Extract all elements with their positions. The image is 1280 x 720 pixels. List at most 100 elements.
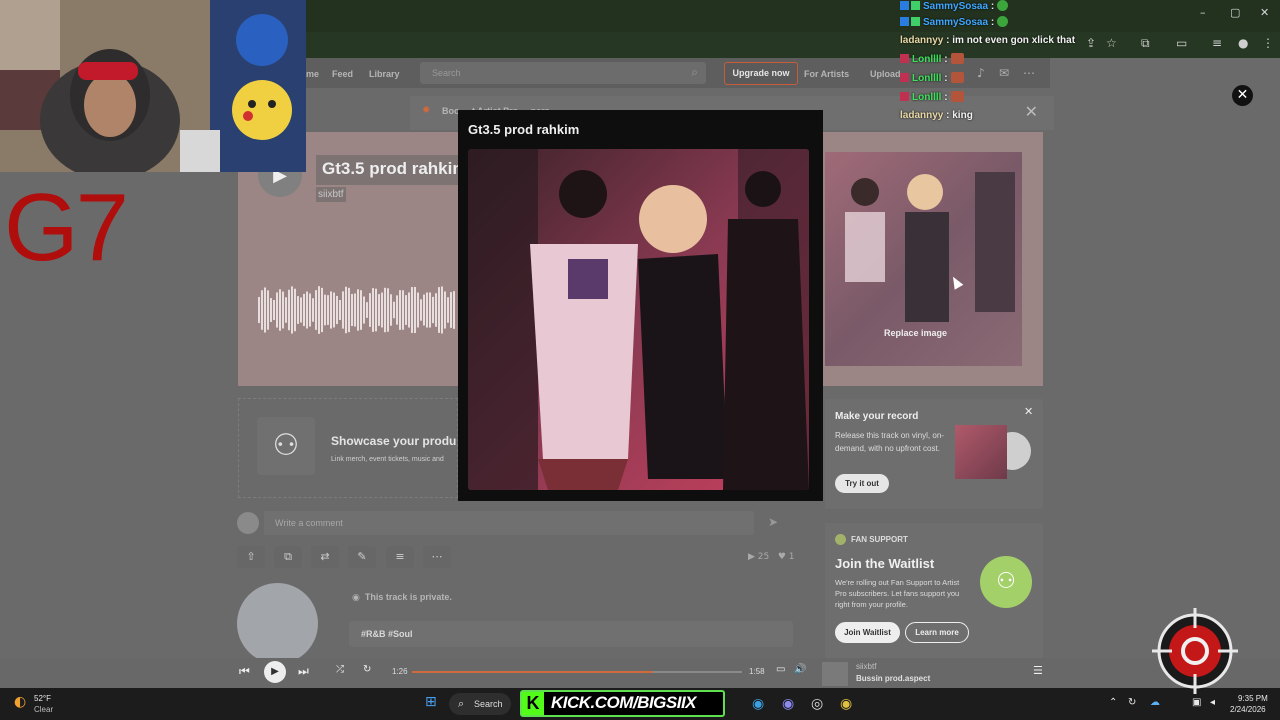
nav-for-artists[interactable]: For Artists xyxy=(804,69,849,79)
repeat-icon[interactable]: ↻ xyxy=(363,664,371,675)
waveform-bar xyxy=(270,298,272,322)
waveform-bar xyxy=(381,292,383,328)
nav-home[interactable]: me xyxy=(306,69,319,79)
try-it-out-button[interactable]: Try it out xyxy=(835,474,889,493)
waveform-bar xyxy=(258,297,260,323)
send-icon[interactable]: ➤ xyxy=(768,515,778,529)
taskbar-search[interactable]: ⌕ Search xyxy=(449,693,511,715)
waveform-bar xyxy=(324,294,326,326)
share-button[interactable]: ⇧ xyxy=(237,546,265,568)
more-icon[interactable]: ⋮ xyxy=(1262,36,1274,50)
promo-icon: ✹ xyxy=(422,105,431,116)
showcase-title: Showcase your produ xyxy=(331,434,457,448)
speaker-icon[interactable]: ◂ xyxy=(1210,697,1215,708)
track-tags[interactable]: #R&B #Soul xyxy=(361,629,413,639)
maximize-button[interactable]: ▢ xyxy=(1230,6,1240,19)
artist-avatar[interactable] xyxy=(237,583,318,664)
copy-link-button[interactable]: ⧉ xyxy=(274,546,302,568)
tags-box: #R&B #Soul xyxy=(349,621,793,647)
chat-message: ladannyy : im not even gon xlick that xyxy=(900,35,1076,46)
g7-brand-text: G7 xyxy=(4,174,129,281)
record-artwork xyxy=(955,425,1007,479)
waveform-bar xyxy=(342,291,344,329)
fan-support-label: FAN SUPPORT xyxy=(851,535,908,544)
clock-time[interactable]: 9:35 PM xyxy=(1238,694,1268,703)
sidebar-icon[interactable]: ▭ xyxy=(1176,36,1187,50)
waveform-bar xyxy=(327,295,329,325)
nav-library[interactable]: Library xyxy=(369,69,400,79)
volume-icon[interactable]: 🔊 xyxy=(794,664,806,675)
modal-close-button[interactable]: ✕ xyxy=(1232,85,1253,106)
extensions-icon[interactable]: ⧉ xyxy=(1141,36,1150,51)
waveform-bar xyxy=(276,292,278,328)
repost-button[interactable]: ⇄ xyxy=(311,546,339,568)
previous-icon[interactable]: ⏮ xyxy=(239,664,250,679)
cast-icon[interactable]: ▭ xyxy=(776,664,785,675)
chat-badge-icon xyxy=(900,17,909,26)
edge-icon[interactable]: ◉ xyxy=(752,696,764,712)
waveform[interactable] xyxy=(258,280,458,340)
chat-emote-icon xyxy=(950,91,964,102)
chat-text: im not even gon xlick that xyxy=(952,35,1076,46)
search-icon[interactable]: ⌕ xyxy=(691,65,698,80)
waveform-bar xyxy=(420,299,422,321)
star-icon[interactable]: ☆ xyxy=(1106,36,1117,50)
join-waitlist-button[interactable]: Join Waitlist xyxy=(835,622,900,643)
next-icon[interactable]: ⏭ xyxy=(298,664,309,679)
waveform-bar xyxy=(345,286,347,334)
replace-image-button[interactable]: Replace image xyxy=(884,328,947,338)
learn-more-button[interactable]: Learn more xyxy=(905,622,969,643)
chat-emote-icon xyxy=(997,0,1009,11)
profile-icon[interactable]: ● xyxy=(1238,36,1248,50)
waveform-bar xyxy=(405,295,407,325)
waveform-bar xyxy=(333,292,335,328)
windows-start-icon[interactable]: ⊞ xyxy=(425,694,437,710)
nav-feed[interactable]: Feed xyxy=(332,69,353,79)
progress-bar[interactable] xyxy=(412,671,742,673)
now-playing-thumbnail[interactable] xyxy=(822,662,848,686)
close-window-button[interactable]: ✕ xyxy=(1260,6,1269,19)
banner-close-button[interactable]: ✕ xyxy=(1025,102,1038,122)
weather-icon[interactable]: ◐ xyxy=(14,694,26,710)
waitlist-description: We're rolling out Fan Support to Artist … xyxy=(835,578,960,609)
add-to-playlist-button[interactable]: ≡ xyxy=(386,546,414,568)
tray-sync-icon[interactable]: ↻ xyxy=(1128,697,1136,708)
menu-lines-icon[interactable]: ≡ xyxy=(1212,36,1222,50)
chrome-icon[interactable]: ◉ xyxy=(840,696,852,712)
search-input[interactable]: Search ⌕ xyxy=(420,62,706,84)
edit-button[interactable]: ✎ xyxy=(348,546,376,568)
chat-message: SammySosaa : xyxy=(900,0,1009,12)
nav-upload[interactable]: Upload xyxy=(870,69,901,79)
record-card-close-button[interactable]: ✕ xyxy=(1024,405,1033,418)
play-button[interactable]: ▶ xyxy=(264,661,286,683)
waveform-bar xyxy=(312,298,314,322)
tray-chevron-icon[interactable]: ⌃ xyxy=(1109,697,1117,708)
onedrive-icon[interactable]: ☁ xyxy=(1150,697,1160,708)
minimize-button[interactable]: – xyxy=(1200,6,1206,19)
waveform-bar xyxy=(261,290,263,330)
messages-icon[interactable]: ✉ xyxy=(999,66,1009,80)
now-playing-artist[interactable]: siixbtf xyxy=(856,662,876,671)
queue-icon[interactable]: ☰ xyxy=(1033,664,1043,677)
more-actions-button[interactable]: ⋯ xyxy=(423,546,451,568)
comment-input[interactable]: Write a comment xyxy=(264,511,754,535)
app-icon[interactable]: ◎ xyxy=(811,696,823,712)
now-playing-title[interactable]: Bussin prod.aspect xyxy=(856,674,930,683)
discord-icon[interactable]: ◉ xyxy=(782,696,794,712)
waveform-bar xyxy=(408,292,410,328)
notifications-icon[interactable]: ♪ xyxy=(977,66,985,80)
g7-logo-emblem xyxy=(1152,608,1238,694)
chat-badge-icon xyxy=(900,73,909,82)
nav-more-icon[interactable]: ⋯ xyxy=(1023,66,1035,80)
player-bar xyxy=(0,658,1280,688)
chat-message: Lonllll : xyxy=(900,91,964,103)
clock-date[interactable]: 2/24/2026 xyxy=(1230,705,1266,714)
shuffle-icon[interactable]: ⤮ xyxy=(336,664,344,675)
waveform-bar xyxy=(423,294,425,326)
share-icon[interactable]: ⇪ xyxy=(1086,36,1096,50)
upgrade-button[interactable]: Upgrade now xyxy=(724,62,798,85)
waveform-bar xyxy=(360,290,362,330)
kick-logo-icon: K xyxy=(522,692,544,715)
network-icon[interactable]: ▣ xyxy=(1192,697,1201,708)
track-artist[interactable]: siixbtf xyxy=(316,187,346,202)
